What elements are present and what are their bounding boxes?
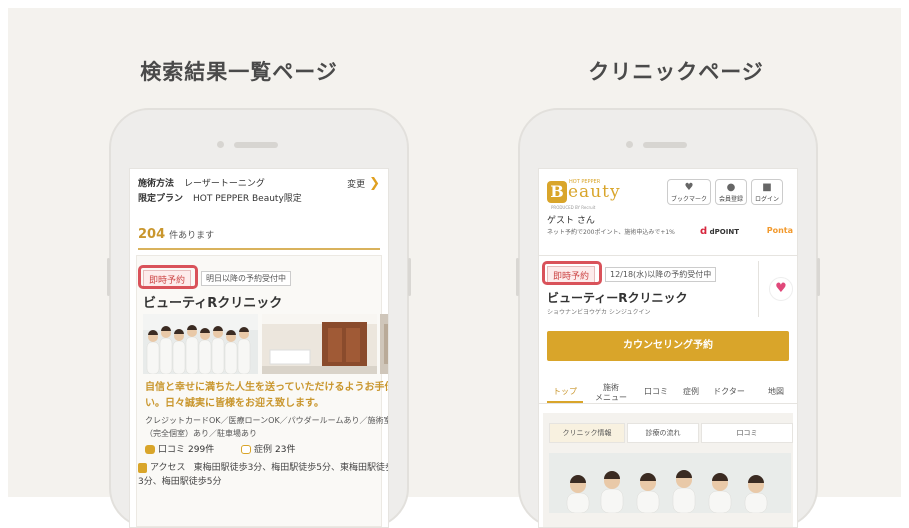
result-count: 204 件あります <box>138 227 214 242</box>
chat-bubble-icon <box>145 445 155 454</box>
guest-greeting: ゲスト さん <box>547 216 595 226</box>
result-count-suffix: 件あります <box>169 231 215 241</box>
counseling-reserve-button[interactable]: カウンセリング予約 <box>547 331 789 361</box>
search-results-screen: 施術方法 レーザートーニング 変更 ❯ 限定プラン HOT PEPPER Beauty… <box>129 168 389 528</box>
login-button[interactable]: ■ ログイン <box>751 179 783 205</box>
logo-subtitle: PRODUCED BY Recruit <box>551 205 596 210</box>
photo-icon <box>241 445 251 454</box>
showcase-panel: 検索結果一覧ページ 施術方法 レーザートーニング 変更 ❯ 限定プラン HOT PEP… <box>8 8 901 528</box>
phone-side-button <box>516 258 519 296</box>
login-label: ログイン <box>754 196 779 203</box>
instant-booking-highlight <box>138 265 198 289</box>
staff-photo <box>143 314 258 374</box>
clinic-staff-photo <box>549 453 791 513</box>
bookmark-label: ブックマーク <box>670 196 707 203</box>
dpoint-icon: d <box>700 226 708 237</box>
beauty-logo-icon[interactable]: B <box>547 181 567 203</box>
phone-mockup-right: B HOT PEPPER eauty PRODUCED BY Recruit ♥… <box>516 108 820 528</box>
filter-plan-label: 限定プラン <box>138 194 184 204</box>
tab-cases[interactable]: 症例 <box>679 387 703 397</box>
reviews-label: 口コミ <box>158 445 186 455</box>
clinic-interior-photo <box>262 314 377 374</box>
chevron-right-icon: ❯ <box>369 176 380 191</box>
bookmark-button[interactable]: ♥ ブックマーク <box>667 179 711 205</box>
result-count-number: 204 <box>138 227 166 242</box>
filter-method-value: レーザートーニング <box>184 179 265 189</box>
access-info: アクセス 東梅田駅徒歩3分、梅田駅徒歩5分、東梅田駅徒歩3分、梅田駅徒歩5分 <box>138 461 388 489</box>
subtab-clinic-info[interactable]: クリニック情報 <box>549 423 625 443</box>
filter-method-label: 施術方法 <box>138 179 175 189</box>
change-filter-link[interactable]: 変更 ❯ <box>347 176 380 191</box>
reviews-stat[interactable]: 口コミ 299件 <box>145 442 214 455</box>
train-icon <box>138 462 147 473</box>
dpoint-logo: d dPOINT <box>700 226 739 237</box>
change-label: 変更 <box>347 180 366 190</box>
clinic-catch-copy: 自信と幸せに満ちた人生を送っていただけるようお手伝い。日々誠実に皆様をお迎え致し… <box>145 382 389 409</box>
filter-method-row: 施術方法 レーザートーニング <box>138 176 265 189</box>
phone-speaker <box>234 142 278 148</box>
logo-text: eauty <box>568 182 621 202</box>
cases-count: 23件 <box>275 445 296 455</box>
header-divider <box>539 255 797 256</box>
tab-top[interactable]: トップ <box>547 387 583 397</box>
tab-menu-line2: メニュー <box>595 393 627 402</box>
favorite-area: ♥ <box>758 261 797 317</box>
phone-side-button-right <box>408 258 411 296</box>
extra-photo <box>380 314 388 374</box>
clinic-name-kana: ショウナンビヨウゲカ シンジュクイン <box>547 309 651 316</box>
next-booking-date-tag: 12/18(水)以降の予約受付中 <box>605 267 717 282</box>
register-button[interactable]: ● 会員登録 <box>715 179 747 205</box>
tab-divider <box>539 403 797 404</box>
phone-camera <box>626 141 633 148</box>
tab-menu[interactable]: 施術 メニュー <box>593 383 629 403</box>
cases-label: 症例 <box>254 445 273 455</box>
tab-map[interactable]: 地図 <box>761 387 791 397</box>
subtab-reviews[interactable]: 口コミ <box>701 423 793 443</box>
instant-booking-highlight <box>542 261 602 285</box>
clinic-page-screen: B HOT PEPPER eauty PRODUCED BY Recruit ♥… <box>538 168 798 528</box>
next-day-booking-tag: 明日以降の予約受付中 <box>201 271 291 286</box>
phone-camera <box>217 141 224 148</box>
cases-stat[interactable]: 症例 23件 <box>241 442 295 455</box>
tab-reviews[interactable]: 口コミ <box>641 387 671 397</box>
tab-menu-line1: 施術 <box>603 383 619 392</box>
points-info: ネット予約で200ポイント、施術申込みで+1% <box>547 229 675 236</box>
subtab-area: クリニック情報 診療の流れ 口コミ <box>543 413 793 527</box>
clinic-page-title: クリニックページ <box>588 60 764 84</box>
user-icon: ● <box>726 182 736 193</box>
access-label: アクセス <box>150 463 186 473</box>
ponta-logo: Ponta <box>766 226 793 235</box>
clinic-name: ビューティーRクリニック <box>547 291 688 305</box>
phone-speaker <box>643 142 687 148</box>
filter-plan-row: 限定プラン HOT PEPPER Beauty限定 <box>138 191 302 204</box>
favorite-heart-icon[interactable]: ♥ <box>769 277 793 301</box>
lock-icon: ■ <box>762 182 772 193</box>
phone-side-button <box>107 258 110 296</box>
clinic-features: クレジットカードOK／医療ローンOK／パウダールームあり／施術室（完全個室）あり… <box>145 416 389 438</box>
count-divider <box>138 248 380 250</box>
dpoint-text: dPOINT <box>709 228 739 236</box>
phone-mockup-left: 施術方法 レーザートーニング 変更 ❯ 限定プラン HOT PEPPER Beauty… <box>107 108 411 528</box>
register-label: 会員登録 <box>718 196 743 203</box>
tab-doctors[interactable]: ドクター <box>709 387 749 397</box>
filter-plan-value: HOT PEPPER Beauty限定 <box>193 194 302 204</box>
search-results-title: 検索結果一覧ページ <box>140 60 338 84</box>
subtab-flow[interactable]: 診療の流れ <box>627 423 699 443</box>
reviews-count: 299件 <box>188 445 215 455</box>
clinic-name[interactable]: ビューティRクリニック <box>143 292 282 311</box>
heart-icon: ♥ <box>684 182 694 193</box>
phone-side-button-right <box>817 258 820 296</box>
